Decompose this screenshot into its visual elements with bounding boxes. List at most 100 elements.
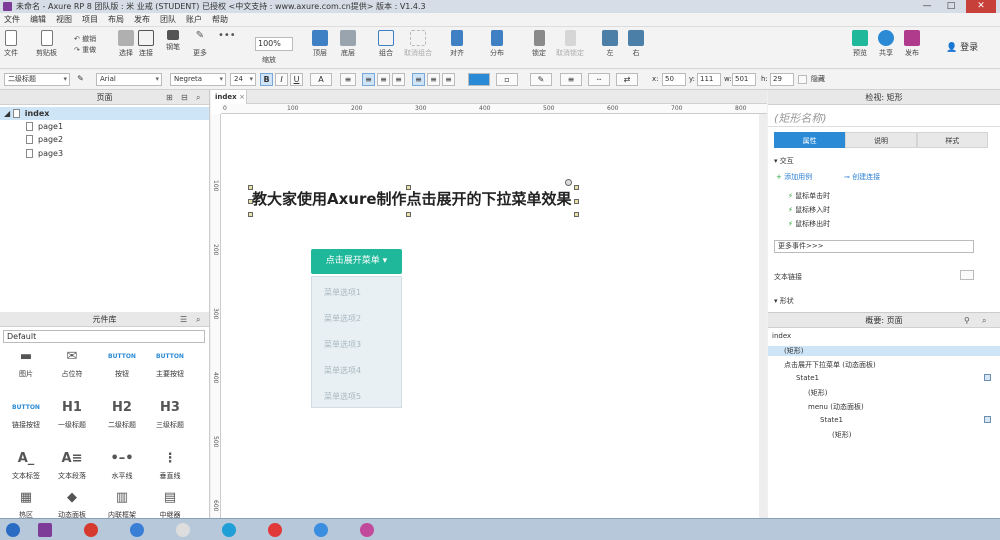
distribute-button[interactable]: 分布 [490, 30, 504, 58]
app-task-icon[interactable] [360, 523, 374, 537]
line-style-button[interactable]: ┄ [588, 73, 610, 86]
resize-handle[interactable] [574, 199, 579, 204]
axure-task-icon[interactable] [38, 523, 52, 537]
font-select[interactable]: Arial [96, 73, 162, 86]
file-button[interactable]: 文件 [4, 30, 18, 58]
tab-notes[interactable]: 说明 [845, 132, 917, 148]
resize-handle[interactable] [406, 212, 411, 217]
add-page-icon[interactable]: ⊞ [166, 90, 173, 105]
font-weight-select[interactable]: Negreta [170, 73, 226, 86]
widget-item[interactable]: A_ 文本标签 [4, 451, 48, 481]
vertical-scrollbar[interactable] [759, 114, 767, 526]
y-field[interactable]: 111 [697, 73, 721, 86]
add-folder-icon[interactable]: ⊟ [181, 90, 188, 105]
canvas-heading[interactable]: 教大家使用Axure制作点击展开的下拉菜单效果 [252, 188, 572, 209]
send-bottom-button[interactable]: 底层 [340, 30, 356, 58]
font-color-button[interactable]: A [310, 73, 332, 86]
hidden-checkbox[interactable] [798, 75, 807, 84]
widget-item[interactable]: H3 三级标题 [148, 400, 192, 430]
create-link-link[interactable]: ⊸ 创建连接 [844, 172, 880, 182]
widget-item[interactable]: ▥ 内联框架 [100, 490, 144, 520]
align-button[interactable]: 对齐 [450, 30, 464, 58]
visibility-toggle[interactable] [984, 374, 991, 381]
start-icon[interactable] [6, 523, 20, 537]
close-tab-icon[interactable]: × [239, 93, 245, 101]
menu-option[interactable]: 菜单选项5 [324, 391, 361, 402]
rotate-handle[interactable] [565, 179, 572, 186]
valign-top-button[interactable]: ≡ [412, 73, 425, 86]
visibility-toggle[interactable] [984, 416, 991, 423]
tab-index[interactable]: index × [211, 90, 247, 104]
select-button[interactable]: 选择 [114, 30, 138, 58]
fill-color-button[interactable] [468, 73, 490, 86]
resize-handle[interactable] [574, 212, 579, 217]
font-size-select[interactable]: 24 [230, 73, 256, 86]
outline-item[interactable]: (矩形) [768, 346, 1000, 356]
group-button[interactable]: 组合 [378, 30, 394, 58]
valign-middle-button[interactable]: ≡ [427, 73, 440, 86]
app-task-icon[interactable] [130, 523, 144, 537]
add-case-link[interactable]: + 添加用例 [776, 172, 812, 182]
app-task-icon[interactable] [176, 523, 190, 537]
widget-item[interactable]: H2 二级标题 [100, 400, 144, 430]
valign-bottom-button[interactable]: ≡ [442, 73, 455, 86]
outline-item[interactable]: (矩形) [808, 388, 827, 398]
zoom-select[interactable]: 100% [255, 37, 293, 51]
preview-button[interactable]: 预览 [852, 30, 868, 58]
resize-handle[interactable] [248, 212, 253, 217]
search-icon[interactable]: ⌕ [196, 90, 200, 105]
resize-handle[interactable] [406, 185, 411, 190]
lock-button[interactable]: 锁定 [532, 30, 546, 58]
close-button[interactable]: ✕ [966, 0, 996, 13]
widget-item[interactable]: BUTTON 链接按钮 [4, 400, 48, 430]
line-color-button[interactable]: ✎ [530, 73, 552, 86]
widget-item[interactable]: A≡ 文本段落 [50, 451, 94, 481]
align-left-button[interactable]: ≡ [362, 73, 375, 86]
widget-item[interactable]: ⋮ 垂直线 [148, 451, 192, 481]
outline-item[interactable]: (矩形) [832, 430, 851, 440]
bring-top-button[interactable]: 顶层 [312, 30, 328, 58]
app-task-icon[interactable] [314, 523, 328, 537]
menu-account[interactable]: 账户 [186, 13, 202, 26]
outline-item[interactable]: 点击展开下拉菜单 (动态面板) [784, 360, 876, 370]
page-item[interactable]: page1 [26, 122, 63, 131]
expand-menu-button[interactable]: 点击展开菜单 ▾ [311, 249, 402, 274]
library-select[interactable]: Default [3, 330, 205, 343]
more-tools-dots[interactable]: ••• [218, 30, 236, 48]
widget-item[interactable]: H1 一级标题 [50, 400, 94, 430]
collapse-icon[interactable]: ◢ [4, 109, 10, 118]
widget-name-field[interactable]: (矩形名称) [768, 105, 1000, 127]
outline-item[interactable]: State1 [820, 416, 843, 424]
more-tools-button[interactable]: ✎ 更多 [192, 30, 208, 58]
canvas-area[interactable]: index × 0 100 200 300 400 500 600 700 800 100 200… [211, 90, 767, 540]
shadow-button[interactable]: ▫ [496, 73, 518, 86]
style-editor-icon[interactable]: ✎ [74, 73, 87, 86]
browser-task-icon[interactable] [84, 523, 98, 537]
shape-section[interactable]: ▾ 形状 [774, 296, 794, 306]
menu-option[interactable]: 菜单选项1 [324, 287, 361, 298]
ungroup-button[interactable]: 取消组合 [404, 30, 432, 58]
filter-icon[interactable]: ⚲ [964, 313, 970, 328]
event-item[interactable]: ⚡ 鼠标移出时 [788, 219, 830, 229]
menu-option[interactable]: 菜单选项4 [324, 365, 361, 376]
tab-style[interactable]: 样式 [916, 132, 988, 148]
italic-button[interactable]: I [275, 73, 288, 86]
x-field[interactable]: 50 [662, 73, 686, 86]
widget-item[interactable]: ▤ 中继器 [148, 490, 192, 520]
menu-option[interactable]: 菜单选项3 [324, 339, 361, 350]
widget-item[interactable]: BUTTON 按钮 [100, 349, 144, 379]
widget-item[interactable]: BUTTON 主要按钮 [148, 349, 192, 379]
w-field[interactable]: 501 [732, 73, 756, 86]
style-select[interactable]: 二级标题 [4, 73, 70, 86]
clipboard-button[interactable]: 剪贴板 [36, 30, 57, 58]
menu-edit[interactable]: 编辑 [30, 13, 46, 26]
outline-item[interactable]: State1 [796, 374, 819, 382]
undo-button[interactable]: ↶ 撤销 [74, 34, 96, 44]
outline-item[interactable]: index [772, 332, 791, 340]
page-tree-root[interactable]: ◢ index [0, 107, 209, 120]
resize-handle[interactable] [574, 185, 579, 190]
menu-team[interactable]: 团队 [160, 13, 176, 26]
app-task-icon[interactable] [222, 523, 236, 537]
search-icon[interactable]: ⌕ [196, 312, 200, 327]
share-button[interactable]: 共享 [878, 30, 894, 58]
